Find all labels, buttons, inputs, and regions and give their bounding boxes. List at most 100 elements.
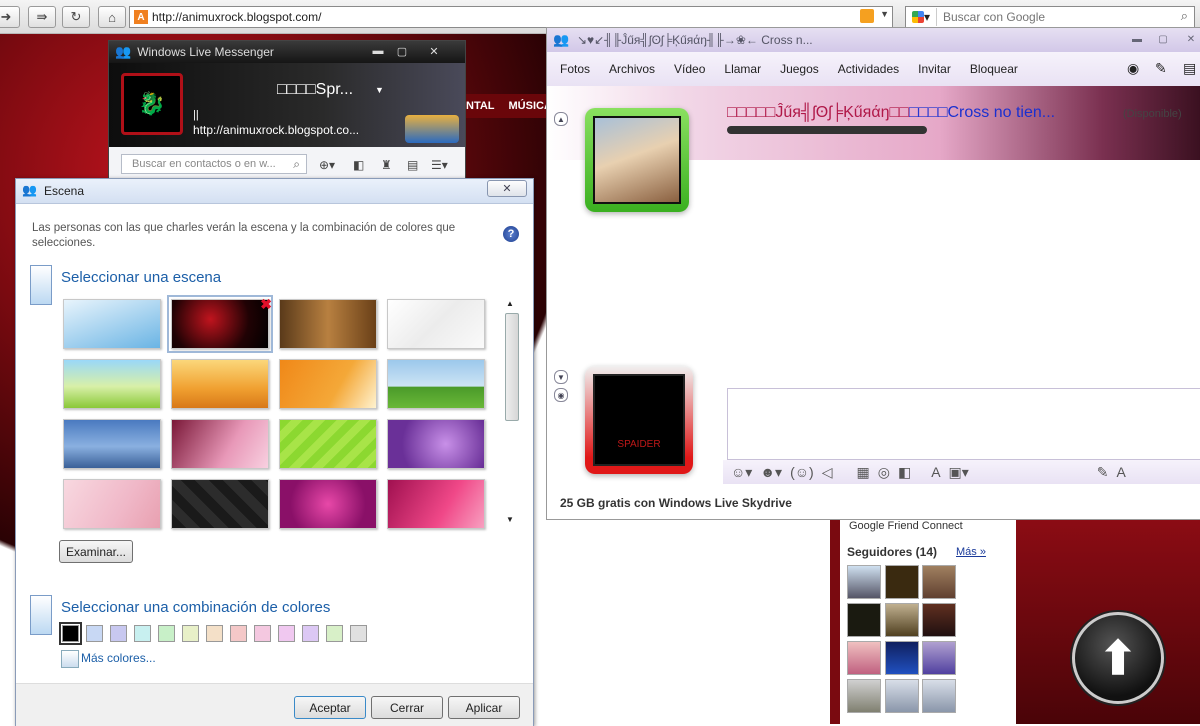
color-swatch[interactable] (302, 625, 319, 642)
personal-message[interactable]: http://animuxrock.blogspot.co... (193, 123, 359, 137)
brush-icon[interactable]: ✎ (1155, 60, 1167, 77)
scene-thumbnail[interactable] (63, 359, 161, 409)
color-swatch[interactable] (230, 625, 247, 642)
layout-icon[interactable]: ▤ (407, 158, 425, 172)
home-icon[interactable]: ⌂ (98, 6, 126, 28)
follower-avatar[interactable] (847, 641, 881, 675)
search-box[interactable]: ▾ ⌕ (905, 6, 1195, 28)
skydrive-ad[interactable]: 25 GB gratis con Windows Live Skydrive (560, 496, 792, 510)
reload-icon[interactable]: ↻ (62, 6, 90, 28)
scene-thumbnail[interactable] (387, 419, 485, 469)
scene-thumbnail[interactable] (279, 359, 377, 409)
color-swatch-selected[interactable] (59, 622, 82, 645)
scene-thumbnail[interactable] (279, 419, 377, 469)
display-name[interactable]: □□□□Spr... (277, 81, 353, 99)
search-icon[interactable]: ⌕ (1181, 8, 1188, 24)
remove-icon[interactable]: ✖ (260, 296, 272, 313)
scene-thumbnail[interactable] (279, 479, 377, 529)
expand-icon[interactable]: ▼ (554, 370, 568, 384)
follower-avatar[interactable] (922, 641, 956, 675)
scene-thumbnail[interactable] (387, 359, 485, 409)
scene-thumbnail[interactable] (387, 299, 485, 349)
close-icon[interactable]: ✕ (423, 43, 445, 59)
emoticon-icon[interactable]: ☺▾ (731, 464, 752, 481)
color-swatch[interactable] (182, 625, 199, 642)
sound-icon[interactable]: ◎ (878, 464, 890, 481)
scene-thumbnail[interactable] (63, 419, 161, 469)
color-swatch[interactable] (326, 625, 343, 642)
address-bar[interactable]: A http://animuxrock.blogspot.com/ ▼ (129, 6, 893, 28)
close-button[interactable]: Cerrar (371, 696, 443, 719)
followers-more-link[interactable]: Más » (956, 546, 986, 558)
scroll-top-button[interactable]: ⬆ (1072, 612, 1164, 704)
color-swatch[interactable] (158, 625, 175, 642)
menu-item-activities[interactable]: Actividades (838, 62, 899, 76)
follower-avatar[interactable] (847, 603, 881, 637)
menu-icon[interactable]: ☰▾ (431, 158, 449, 172)
accept-button[interactable]: Aceptar (294, 696, 366, 719)
follower-avatar[interactable] (847, 679, 881, 713)
mail-icon[interactable] (405, 115, 459, 143)
format-icon[interactable]: ▣▾ (949, 464, 969, 481)
more-colors-link[interactable]: Más colores... (81, 651, 156, 665)
follower-avatar[interactable] (922, 679, 956, 713)
avatar[interactable]: 🐉 (121, 73, 183, 135)
background-icon[interactable]: ▦ (857, 464, 870, 481)
close-icon[interactable]: ✕ (1181, 32, 1200, 46)
search-input[interactable] (941, 9, 1165, 25)
menu-item-photos[interactable]: Fotos (560, 62, 590, 76)
add-contact-icon[interactable]: ⊕▾ (319, 158, 337, 172)
collapse-icon[interactable]: ▲ (554, 112, 568, 126)
menu-item-invite[interactable]: Invitar (918, 62, 951, 76)
color-wheel-icon[interactable]: ◉ (1127, 60, 1139, 77)
contact-avatar[interactable] (585, 108, 689, 212)
follower-avatar[interactable] (885, 565, 919, 599)
forward-icon[interactable]: ⇛ (28, 6, 56, 28)
avatar[interactable]: SPAIDER (585, 366, 693, 474)
scrollbar-thumb[interactable] (505, 313, 519, 421)
scene-thumbnail[interactable] (63, 479, 161, 529)
menu-item-files[interactable]: Archivos (609, 62, 655, 76)
color-swatch[interactable] (206, 625, 223, 642)
games-icon[interactable]: ♜ (381, 158, 399, 172)
scene-thumbnail[interactable] (279, 299, 377, 349)
menu-item-call[interactable]: Llamar (724, 62, 761, 76)
color-swatch[interactable] (278, 625, 295, 642)
follower-avatar[interactable] (922, 565, 956, 599)
back-icon[interactable]: ➜ (0, 6, 20, 28)
layout-icon[interactable]: ▤ (1183, 60, 1196, 77)
color-swatch[interactable] (254, 625, 271, 642)
color-swatch[interactable] (86, 625, 103, 642)
scene-thumbnail[interactable] (171, 359, 269, 409)
follower-avatar[interactable] (885, 603, 919, 637)
handwriting-icon[interactable]: ✎ (1097, 464, 1109, 481)
google-icon[interactable]: ▾ (906, 8, 937, 26)
help-icon[interactable]: ? (503, 226, 519, 242)
more-colors-swatch[interactable] (61, 650, 79, 668)
scroll-up-icon[interactable]: ▲ (506, 299, 514, 308)
rss-icon[interactable] (860, 9, 874, 23)
color-swatch[interactable] (350, 625, 367, 642)
color-swatch[interactable] (134, 625, 151, 642)
text-mode-icon[interactable]: A (1117, 464, 1126, 480)
message-input[interactable] (727, 388, 1200, 460)
scene-thumbnail[interactable] (171, 479, 269, 529)
minimize-icon[interactable]: ▬ (367, 43, 389, 59)
share-icon[interactable]: ◧ (353, 158, 371, 172)
wink-icon[interactable]: ☻▾ (760, 464, 782, 481)
scene-thumbnail[interactable] (63, 299, 161, 349)
follower-avatar[interactable] (885, 641, 919, 675)
menu-item-games[interactable]: Juegos (780, 62, 819, 76)
minimize-icon[interactable]: ▬ (1127, 32, 1147, 46)
scene-thumbnail[interactable] (171, 419, 269, 469)
scene-thumbnail[interactable] (387, 479, 485, 529)
follower-avatar[interactable] (885, 679, 919, 713)
browse-button[interactable]: Examinar... (59, 540, 133, 563)
menu-item-block[interactable]: Bloquear (970, 62, 1018, 76)
follower-avatar[interactable] (922, 603, 956, 637)
scene-thumbnail-selected[interactable]: ✖ (167, 295, 273, 353)
nudge-icon[interactable]: (☺) (790, 464, 814, 480)
share-icon[interactable]: ◧ (898, 464, 911, 481)
close-icon[interactable]: ✕ (487, 180, 527, 197)
apply-button[interactable]: Aplicar (448, 696, 520, 719)
